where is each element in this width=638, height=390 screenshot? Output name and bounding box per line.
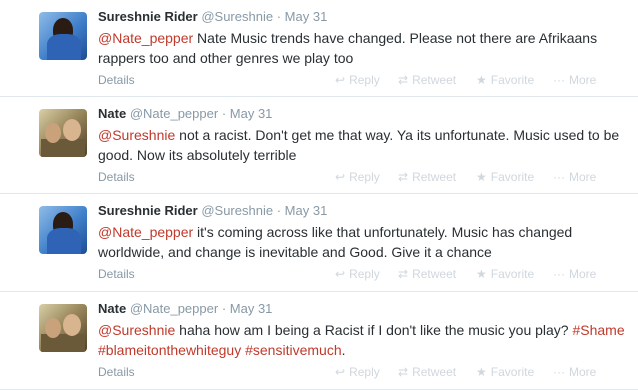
details-link[interactable]: Details xyxy=(98,73,135,87)
mention-link[interactable]: @Nate_pepper xyxy=(98,224,193,240)
retweet-button[interactable]: ⇄ Retweet xyxy=(398,365,456,379)
details-link[interactable]: Details xyxy=(98,267,135,281)
retweet-label: Retweet xyxy=(412,365,457,379)
avatar[interactable] xyxy=(39,206,87,254)
more-button[interactable]: ··· More xyxy=(553,365,596,379)
avatar[interactable] xyxy=(39,304,87,352)
star-icon: ★ xyxy=(476,267,487,281)
separator-dot: · xyxy=(276,203,282,218)
avatar[interactable] xyxy=(39,109,87,157)
mention-link[interactable]: @Sureshnie xyxy=(98,127,175,143)
favorite-label: Favorite xyxy=(490,267,535,281)
star-icon: ★ xyxy=(476,170,487,184)
tweet-text: @Sureshnie not a racist. Don't get me th… xyxy=(98,125,630,165)
tweet-text-segment: . xyxy=(341,342,346,358)
favorite-button[interactable]: ★ Favorite xyxy=(476,365,534,379)
star-icon: ★ xyxy=(476,73,487,87)
reply-label: Reply xyxy=(349,170,380,184)
author-name[interactable]: Sureshnie Rider xyxy=(98,9,198,24)
reply-icon: ↩ xyxy=(335,365,346,379)
more-label: More xyxy=(569,73,597,87)
more-icon: ··· xyxy=(553,170,565,184)
tweet-item[interactable]: Sureshnie Rider @Sureshnie · May 31 @Nate… xyxy=(0,194,638,292)
timestamp[interactable]: May 31 xyxy=(230,106,273,121)
retweet-label: Retweet xyxy=(412,73,457,87)
favorite-label: Favorite xyxy=(490,170,535,184)
retweet-button[interactable]: ⇄ Retweet xyxy=(398,73,456,87)
author-name[interactable]: Nate xyxy=(98,106,126,121)
favorite-button[interactable]: ★ Favorite xyxy=(476,73,534,87)
author-handle[interactable]: @Nate_pepper xyxy=(130,301,218,316)
reply-button[interactable]: ↩ Reply xyxy=(335,170,380,184)
more-button[interactable]: ··· More xyxy=(553,170,596,184)
mention-link[interactable]: @Nate_pepper xyxy=(98,30,193,46)
more-label: More xyxy=(569,170,597,184)
author-handle[interactable]: @Sureshnie xyxy=(201,9,273,24)
reply-button[interactable]: ↩ Reply xyxy=(335,73,380,87)
retweet-icon: ⇄ xyxy=(398,267,409,281)
separator-dot: · xyxy=(221,301,227,316)
details-link[interactable]: Details xyxy=(98,365,135,379)
tweet-item[interactable]: Nate @Nate_pepper · May 31 @Sureshnie hah… xyxy=(0,292,638,390)
reply-label: Reply xyxy=(349,267,380,281)
tweet-text: @Sureshnie haha how am I being a Racist … xyxy=(98,320,630,360)
retweet-icon: ⇄ xyxy=(398,73,409,87)
separator-dot: · xyxy=(276,9,282,24)
reply-button[interactable]: ↩ Reply xyxy=(335,267,380,281)
author-handle[interactable]: @Nate_pepper xyxy=(130,106,218,121)
separator-dot: · xyxy=(221,106,227,121)
more-icon: ··· xyxy=(553,73,565,87)
more-label: More xyxy=(569,365,597,379)
reply-icon: ↩ xyxy=(335,170,346,184)
retweet-label: Retweet xyxy=(412,267,457,281)
retweet-button[interactable]: ⇄ Retweet xyxy=(398,267,456,281)
timestamp[interactable]: May 31 xyxy=(285,203,328,218)
timestamp[interactable]: May 31 xyxy=(285,9,328,24)
more-icon: ··· xyxy=(553,365,565,379)
reply-label: Reply xyxy=(349,365,380,379)
timestamp[interactable]: May 31 xyxy=(230,301,273,316)
reply-button[interactable]: ↩ Reply xyxy=(335,365,380,379)
details-link[interactable]: Details xyxy=(98,170,135,184)
reply-icon: ↩ xyxy=(335,267,346,281)
tweet-text: @Nate_pepper it's coming across like tha… xyxy=(98,222,630,262)
tweet-text: @Nate_pepper Nate Music trends have chan… xyxy=(98,28,630,68)
hashtag-link[interactable]: #sensitivemuch xyxy=(245,342,342,358)
avatar[interactable] xyxy=(39,12,87,60)
favorite-button[interactable]: ★ Favorite xyxy=(476,170,534,184)
tweet-item[interactable]: Nate @Nate_pepper · May 31 @Sureshnie not… xyxy=(0,97,638,194)
tweet-item[interactable]: Sureshnie Rider @Sureshnie · May 31 @Nate… xyxy=(0,0,638,97)
retweet-label: Retweet xyxy=(412,170,457,184)
author-handle[interactable]: @Sureshnie xyxy=(201,203,273,218)
reply-label: Reply xyxy=(349,73,380,87)
author-name[interactable]: Sureshnie Rider xyxy=(98,203,198,218)
favorite-label: Favorite xyxy=(490,365,535,379)
tweet-text-segment: haha how am I being a Racist if I don't … xyxy=(175,322,573,338)
more-button[interactable]: ··· More xyxy=(553,73,596,87)
mention-link[interactable]: @Sureshnie xyxy=(98,322,175,338)
author-name[interactable]: Nate xyxy=(98,301,126,316)
tweet-text-segment: not a racist. Don't get me that way. Ya … xyxy=(98,127,620,163)
retweet-icon: ⇄ xyxy=(398,170,409,184)
retweet-icon: ⇄ xyxy=(398,365,409,379)
reply-icon: ↩ xyxy=(335,73,346,87)
more-label: More xyxy=(569,267,597,281)
favorite-label: Favorite xyxy=(490,73,535,87)
hashtag-link[interactable]: #blameitonthewhiteguy xyxy=(98,342,241,358)
more-button[interactable]: ··· More xyxy=(553,267,596,281)
more-icon: ··· xyxy=(553,267,565,281)
hashtag-link[interactable]: #Shame xyxy=(572,322,624,338)
favorite-button[interactable]: ★ Favorite xyxy=(476,267,534,281)
star-icon: ★ xyxy=(476,365,487,379)
retweet-button[interactable]: ⇄ Retweet xyxy=(398,170,456,184)
